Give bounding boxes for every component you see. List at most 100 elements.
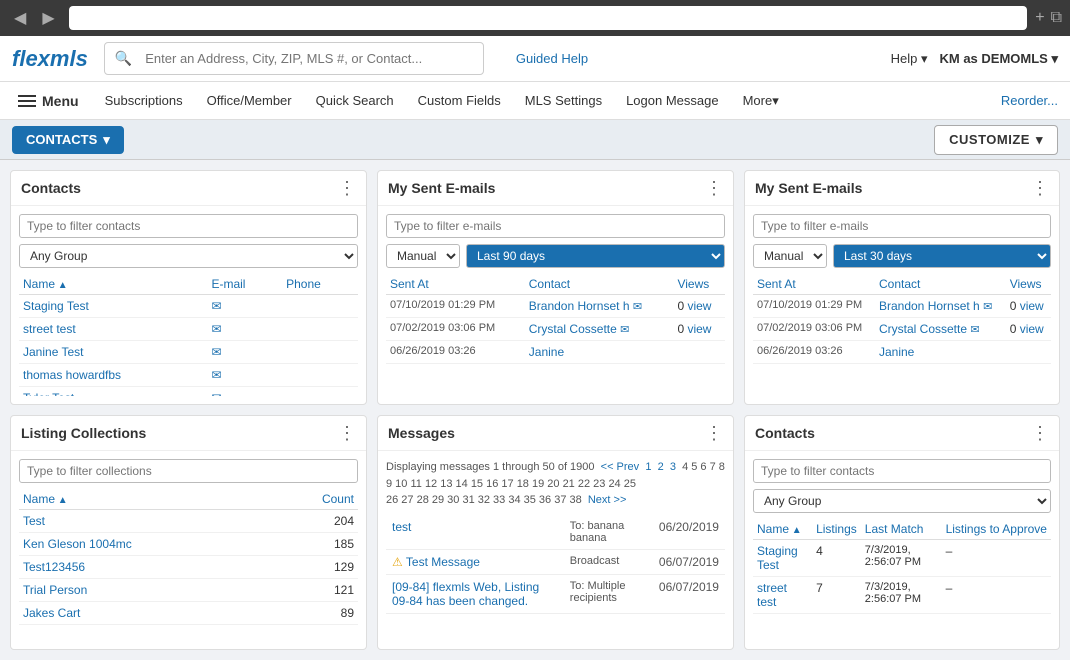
sent-emails-left-col-sent[interactable]: Sent At [386,274,525,295]
contacts-right-group-select[interactable]: Any Group [753,489,1051,513]
sent-contact-link[interactable]: Crystal Cossette [879,322,967,336]
sent-emails-left-type-select[interactable]: Manual [386,244,460,268]
contacts-right-col-name[interactable]: Name [753,519,812,540]
view-link[interactable]: view [1020,322,1044,336]
contacts-right-row: Staging Test 4 7/3/2019, 2:56:07 PM – [753,540,1051,577]
contacts-col-phone[interactable]: Phone [282,274,358,295]
sent-emails-left-filter[interactable] [386,214,725,238]
messages-widget-title: Messages [388,425,455,441]
contacts-widget-menu-icon[interactable]: ⋮ [338,179,356,197]
collection-name-link[interactable]: Test [23,514,45,528]
messages-page-3[interactable]: 3 [670,461,676,473]
copy-tab-button[interactable]: ⧉ [1051,9,1062,27]
contacts-right-filter[interactable] [753,459,1051,483]
message-row: test To: banana banana 06/20/2019 [386,515,725,550]
sent-email-right-row: 07/10/2019 01:29 PM Brandon Hornset h ✉ … [753,295,1051,318]
contact-name-link[interactable]: Janine Test [23,345,84,359]
new-tab-button[interactable]: + [1035,9,1044,27]
help-button[interactable]: Help ▾ [891,51,928,67]
messages-next-link[interactable]: Next >> [588,494,627,506]
messages-prev-link[interactable]: << Prev [601,461,640,473]
contact-last-match: 7/3/2019, 2:56:07 PM [861,577,942,614]
sent-contact-link[interactable]: Crystal Cossette [529,322,617,336]
message-subject-link[interactable]: test [392,520,411,534]
collection-name-link[interactable]: Test123456 [23,560,85,574]
contacts-col-email[interactable]: E-mail [207,274,282,295]
sent-emails-right-filter[interactable] [753,214,1051,238]
main-content: Contacts ⋮ Any Group Name E-mail Phone [0,160,1070,660]
contact-name-link[interactable]: street test [23,322,76,336]
message-subject-link[interactable]: Test Message [406,555,480,569]
reorder-button[interactable]: Reorder... [989,93,1070,108]
sent-emails-right-col-contact[interactable]: Contact [875,274,1006,295]
nav-office-member[interactable]: Office/Member [195,82,304,120]
contact-right-name-link[interactable]: street test [757,581,787,609]
collection-name-link[interactable]: Ken Gleson 1004mc [23,537,132,551]
action-bar: CONTACTS ▾ CUSTOMIZE ▾ [0,120,1070,160]
contact-name-link[interactable]: thomas howardfbs [23,368,121,382]
sent-contact-link[interactable]: Brandon Hornset h [879,299,980,313]
collection-row: Test 204 [19,510,358,533]
messages-widget-menu-icon[interactable]: ⋮ [705,424,723,442]
view-link[interactable]: view [1020,299,1044,313]
nav-custom-fields[interactable]: Custom Fields [406,82,513,120]
contacts-right-widget: Contacts ⋮ Any Group Name Listings Last … [744,415,1060,650]
sent-emails-left-menu-icon[interactable]: ⋮ [705,179,723,197]
contacts-right-menu-icon[interactable]: ⋮ [1031,424,1049,442]
sent-emails-left-col-contact[interactable]: Contact [525,274,674,295]
collections-table: Name Count Test 204 Ken Gleson 1004mc 18… [19,489,358,625]
sent-contact-link[interactable]: Janine [529,345,564,359]
nav-mls-settings[interactable]: MLS Settings [513,82,614,120]
contact-right-name-link[interactable]: Staging Test [757,544,798,572]
contacts-group-select[interactable]: Any Group [19,244,358,268]
sent-emails-right-col-views[interactable]: Views [1006,274,1051,295]
nav-subscriptions[interactable]: Subscriptions [93,82,195,120]
contacts-right-col-approve[interactable]: Listings to Approve [942,519,1051,540]
contacts-right-col-listings[interactable]: Listings [812,519,861,540]
message-subject-link[interactable]: [09-84] flexmls Web, Listing 09-84 has b… [392,580,539,608]
contacts-right-body: Any Group Name Listings Last Match Listi… [745,451,1059,649]
sent-at: 06/26/2019 03:26 [753,341,875,364]
nav-more[interactable]: More ▾ [731,82,791,120]
sent-emails-right-menu-icon[interactable]: ⋮ [1031,179,1049,197]
views-count: 0 view [1006,318,1051,341]
back-button[interactable]: ◀ [8,6,32,30]
sent-contact-link[interactable]: Janine [879,345,914,359]
messages-page-1[interactable]: 1 [645,461,651,473]
collections-filter-input[interactable] [19,459,358,483]
nav-logon-message[interactable]: Logon Message [614,82,731,120]
sent-emails-left-header: My Sent E-mails ⋮ [378,171,733,206]
view-link[interactable]: view [687,299,711,313]
collections-col-name[interactable]: Name [19,489,271,510]
sent-contact-link[interactable]: Brandon Hornset h [529,299,630,313]
guided-help-link[interactable]: Guided Help [516,51,588,66]
sent-emails-left-col-views[interactable]: Views [673,274,725,295]
contacts-right-col-last-match[interactable]: Last Match [861,519,942,540]
sent-emails-right-period-select[interactable]: Last 30 days [833,244,1051,268]
search-input[interactable] [138,47,473,70]
sent-emails-right-col-sent[interactable]: Sent At [753,274,875,295]
sent-emails-right-type-select[interactable]: Manual [753,244,827,268]
messages-page-2[interactable]: 2 [658,461,664,473]
contact-phone [282,364,358,387]
user-menu-button[interactable]: KM as DEMOMLS ▾ [940,51,1059,67]
contacts-filter-input[interactable] [19,214,358,238]
email-icon: ✉ [211,368,221,382]
contact-name-link[interactable]: Staging Test [23,299,89,313]
url-bar[interactable] [69,6,1028,30]
contacts-col-name[interactable]: Name [19,274,207,295]
sent-emails-right-filter-row: Manual Last 30 days [753,244,1051,268]
collection-name-link[interactable]: Jakes Cart [23,606,80,620]
customize-button[interactable]: CUSTOMIZE ▾ [934,125,1058,155]
view-link[interactable]: view [687,322,711,336]
sent-emails-left-period-select[interactable]: Last 90 days [466,244,725,268]
menu-button[interactable]: Menu [4,82,93,120]
collection-name-link[interactable]: Trial Person [23,583,87,597]
collections-col-count[interactable]: Count [271,489,358,510]
collections-widget-menu-icon[interactable]: ⋮ [338,424,356,442]
contacts-widget: Contacts ⋮ Any Group Name E-mail Phone [10,170,367,405]
contacts-button[interactable]: CONTACTS ▾ [12,126,124,154]
contact-name-link[interactable]: Tyler Test [23,391,74,396]
nav-quick-search[interactable]: Quick Search [304,82,406,120]
forward-button[interactable]: ▶ [36,6,60,30]
